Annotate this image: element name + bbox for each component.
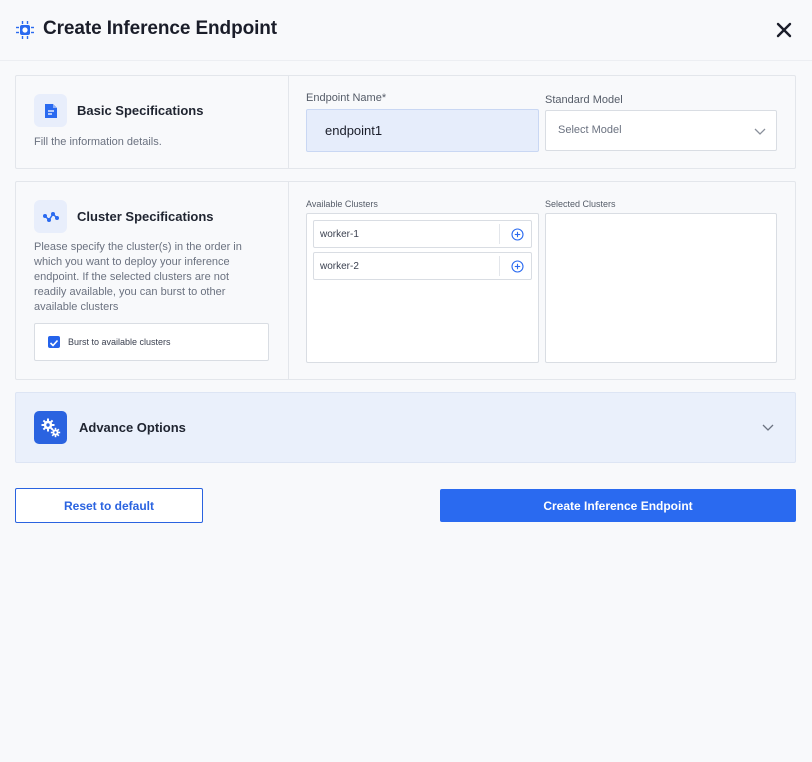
- description-line: endpoint. If the selected clusters are n…: [34, 271, 230, 283]
- basic-specifications-title: Basic Specifications: [77, 103, 204, 118]
- add-cluster-icon[interactable]: [511, 228, 524, 241]
- dialog-title: Create Inference Endpoint: [43, 18, 277, 39]
- chevron-down-icon: [762, 424, 774, 431]
- advance-options-toggle[interactable]: Advance Options: [15, 392, 796, 463]
- cluster-specifications-title: Cluster Specifications: [77, 209, 214, 224]
- cluster-specifications-description: Please specify the cluster(s) in the ord…: [34, 240, 274, 315]
- advance-options-label: Advance Options: [79, 420, 186, 435]
- standard-model-select[interactable]: Select Model: [545, 110, 777, 151]
- close-icon[interactable]: [772, 18, 796, 42]
- cluster-item[interactable]: worker-1: [313, 220, 532, 248]
- chevron-down-icon: [754, 128, 766, 135]
- cluster-name: worker-2: [320, 261, 359, 272]
- description-line: Please specify the cluster(s) in the ord…: [34, 241, 242, 253]
- available-clusters-label: Available Clusters: [306, 199, 378, 209]
- selected-clusters-panel[interactable]: [545, 213, 777, 363]
- cluster-specifications-icon-box: [34, 200, 67, 233]
- basic-specifications-icon-box: [34, 94, 67, 127]
- burst-option: Burst to available clusters: [34, 323, 269, 361]
- description-line: which you want to deploy your inference: [34, 256, 230, 268]
- cluster-name: worker-1: [320, 229, 359, 240]
- description-line: available clusters: [34, 301, 119, 313]
- selected-clusters-label: Selected Clusters: [545, 199, 616, 209]
- endpoint-name-input[interactable]: [306, 109, 539, 152]
- card-divider: [288, 76, 289, 168]
- burst-checkbox[interactable]: [48, 336, 60, 348]
- item-separator: [499, 256, 500, 276]
- chip-icon: [16, 21, 34, 39]
- gears-icon: [41, 418, 60, 437]
- create-inference-endpoint-button[interactable]: Create Inference Endpoint: [440, 489, 796, 522]
- description-line: readily available, you can burst to othe…: [34, 286, 226, 298]
- add-cluster-icon[interactable]: [511, 260, 524, 273]
- standard-model-label: Standard Model: [545, 94, 623, 106]
- endpoint-name-label: Endpoint Name*: [306, 92, 387, 104]
- network-icon: [42, 211, 59, 222]
- header-divider: [0, 60, 812, 61]
- burst-label: Burst to available clusters: [68, 337, 171, 347]
- card-divider: [288, 182, 289, 379]
- checkmark-icon: [49, 339, 59, 347]
- dialog-header: Create Inference Endpoint: [0, 0, 812, 60]
- advance-options-icon-box: [34, 411, 67, 444]
- cluster-specifications-card: Cluster Specifications Please specify th…: [15, 181, 796, 380]
- reset-to-default-button[interactable]: Reset to default: [15, 488, 203, 523]
- cluster-item[interactable]: worker-2: [313, 252, 532, 280]
- basic-specifications-card: Basic Specifications Fill the informatio…: [15, 75, 796, 169]
- item-separator: [499, 224, 500, 244]
- document-icon: [44, 103, 57, 118]
- basic-specifications-description: Fill the information details.: [34, 136, 162, 148]
- available-clusters-panel: worker-1 worker-2: [306, 213, 539, 363]
- standard-model-placeholder: Select Model: [558, 124, 622, 136]
